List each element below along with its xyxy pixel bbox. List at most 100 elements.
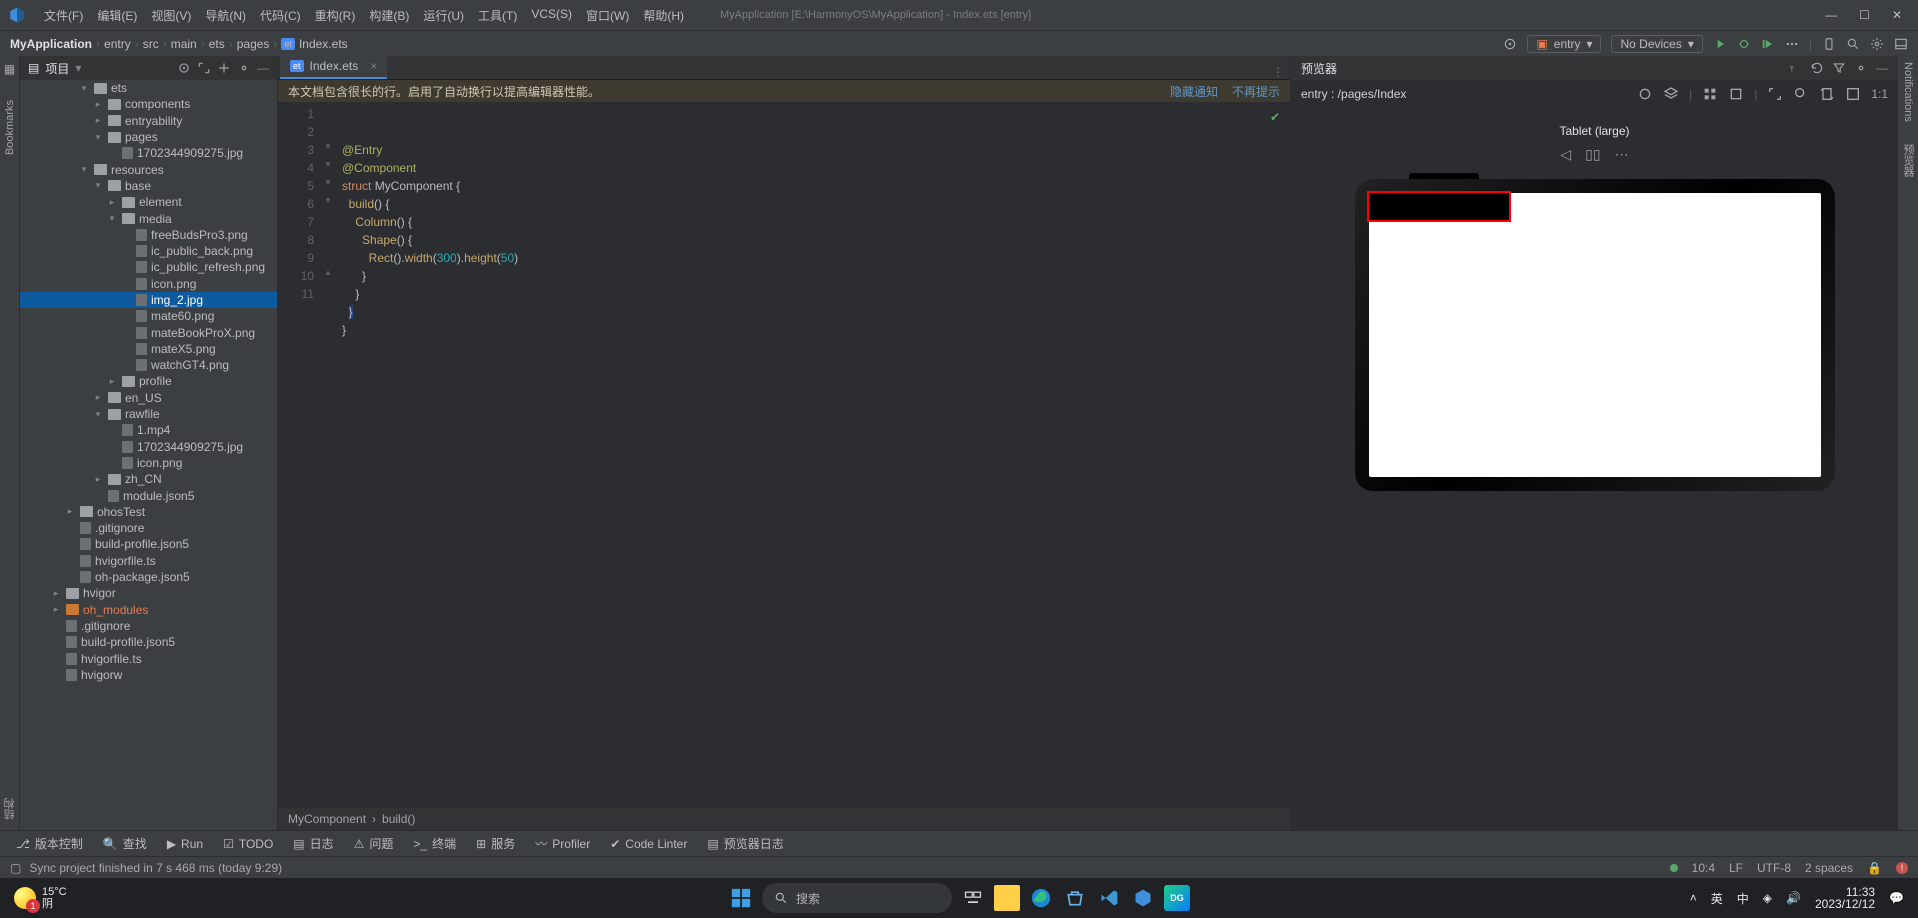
zoom-icon[interactable] <box>1793 86 1809 102</box>
tree-item[interactable]: icon.png <box>20 276 277 292</box>
bottom-tool-Profiler[interactable]: 〰Profiler <box>527 833 598 854</box>
tray-chevron-icon[interactable]: ˄ <box>1690 891 1697 905</box>
tree-item[interactable]: mateBookProX.png <box>20 324 277 340</box>
tree-item[interactable]: build-profile.json5 <box>20 536 277 552</box>
tree-item[interactable]: ▸en_US <box>20 390 277 406</box>
notification-icon[interactable]: 💬 <box>1889 891 1904 905</box>
close-button[interactable]: ✕ <box>1892 8 1902 22</box>
project-tool-icon[interactable]: ▦ <box>4 62 15 76</box>
locate-icon[interactable] <box>177 61 191 75</box>
search-icon[interactable] <box>1846 37 1860 51</box>
menu-item[interactable]: VCS(S) <box>525 4 578 27</box>
status-warn-icon[interactable]: ! <box>1896 862 1908 874</box>
device-phone-icon[interactable] <box>1822 37 1836 51</box>
indent[interactable]: 2 spaces <box>1805 861 1853 875</box>
menu-item[interactable]: 代码(C) <box>254 4 307 27</box>
system-tray[interactable]: ˄ 英 中 ◈ 🔊 11:332023/12/12 💬 <box>1690 886 1918 910</box>
tree-item[interactable]: ▾ets <box>20 80 277 96</box>
fold-gutter[interactable]: ▾▾▾▾▴ <box>322 102 334 808</box>
bottom-tool-查找[interactable]: 🔍查找 <box>95 833 155 854</box>
fit-icon[interactable] <box>1767 86 1783 102</box>
font-icon[interactable]: T <box>1788 61 1802 75</box>
settings-icon[interactable] <box>237 61 251 75</box>
prev-device-icon[interactable]: ◁ <box>1560 146 1571 163</box>
tree-item[interactable]: hvigorfile.ts <box>20 650 277 666</box>
sync-console-icon[interactable]: ▢ <box>10 861 21 875</box>
menu-item[interactable]: 工具(T) <box>472 4 523 27</box>
tree-item[interactable]: ▸hvigor <box>20 585 277 601</box>
tree-item[interactable]: ▸ohosTest <box>20 504 277 520</box>
tree-item[interactable]: ▸zh_CN <box>20 471 277 487</box>
menu-item[interactable]: 编辑(E) <box>91 4 143 27</box>
preview-settings-icon[interactable] <box>1854 61 1868 75</box>
bottom-tool-版本控制[interactable]: ⎇版本控制 <box>8 833 91 854</box>
encoding[interactable]: UTF-8 <box>1757 861 1791 875</box>
code-breadcrumbs[interactable]: MyComponent›build() <box>278 808 1290 830</box>
bottom-tool-服务[interactable]: ⊞服务 <box>468 833 523 854</box>
tree-item[interactable]: ic_public_back.png <box>20 243 277 259</box>
tree-item[interactable]: mate60.png <box>20 308 277 324</box>
structure-label[interactable]: 结构 <box>2 798 18 820</box>
collapse-icon[interactable] <box>217 61 231 75</box>
tree-item[interactable]: ▸components <box>20 96 277 112</box>
previewer-label[interactable]: 预览器 <box>1900 144 1916 177</box>
bottom-tool-Code Linter[interactable]: ✔Code Linter <box>602 835 695 853</box>
deveco-icon[interactable] <box>1130 885 1156 911</box>
breadcrumbs[interactable]: MyApplication›entry›src›main›ets›pages›e… <box>10 37 348 51</box>
breadcrumb-item[interactable]: ets <box>209 37 225 51</box>
device-selector[interactable]: No Devices▾ <box>1611 35 1702 53</box>
layers-icon[interactable] <box>1663 86 1679 102</box>
minimize-button[interactable]: ― <box>1825 8 1837 22</box>
fullscreen-icon[interactable] <box>1845 86 1861 102</box>
more-run-icon[interactable] <box>1785 37 1799 51</box>
wifi-icon[interactable]: ◈ <box>1763 891 1772 905</box>
notifications-label[interactable]: Notifications <box>1902 62 1914 122</box>
target-icon[interactable] <box>1503 37 1517 51</box>
bottom-tool-终端[interactable]: >_终端 <box>405 833 464 854</box>
banner-dismiss-link[interactable]: 不再提示 <box>1232 83 1280 100</box>
breadcrumb-item[interactable]: src <box>143 37 159 51</box>
code-text[interactable]: ✔ @Entry @Component struct MyComponent {… <box>334 102 1290 808</box>
tray-lang[interactable]: 英 <box>1711 890 1723 907</box>
start-button[interactable] <box>728 885 754 911</box>
bottom-tool-问题[interactable]: ⚠问题 <box>346 833 402 854</box>
vscode-icon[interactable] <box>1096 885 1122 911</box>
tree-item[interactable]: ic_public_refresh.png <box>20 259 277 275</box>
menu-item[interactable]: 视图(V) <box>145 4 197 27</box>
tree-item[interactable]: ▸oh_modules <box>20 602 277 618</box>
project-tree[interactable]: ▾ets▸components▸entryability▾pages170234… <box>20 80 277 830</box>
tab-index-ets[interactable]: et Index.ets × <box>280 55 387 79</box>
store-icon[interactable] <box>1062 885 1088 911</box>
tree-item[interactable]: ▾media <box>20 210 277 226</box>
bottom-tool-日志[interactable]: ▤日志 <box>285 833 341 854</box>
bottom-tool-TODO[interactable]: ☑TODO <box>215 835 281 853</box>
menu-item[interactable]: 导航(N) <box>199 4 252 27</box>
hide-panel-button[interactable]: — <box>257 61 269 75</box>
panel-icon[interactable] <box>1894 37 1908 51</box>
filter-icon[interactable] <box>1832 61 1846 75</box>
tree-item[interactable]: icon.png <box>20 455 277 471</box>
expand-icon[interactable] <box>197 61 211 75</box>
inspection-ok-icon[interactable]: ✔ <box>1270 108 1280 126</box>
gear-icon[interactable] <box>1870 37 1884 51</box>
run-icon[interactable] <box>1713 37 1727 51</box>
orient-icon[interactable] <box>1819 86 1835 102</box>
taskview-icon[interactable] <box>960 885 986 911</box>
taskbar-search[interactable]: 搜索 <box>762 883 952 913</box>
breadcrumb-item[interactable]: Index.ets <box>299 37 348 51</box>
tree-item[interactable]: build-profile.json5 <box>20 634 277 650</box>
tree-item[interactable]: module.json5 <box>20 487 277 503</box>
code-area[interactable]: 1234567891011 ▾▾▾▾▴ ✔ @Entry @Component … <box>278 102 1290 808</box>
debug-icon[interactable] <box>1737 37 1751 51</box>
circle-icon[interactable] <box>1637 86 1653 102</box>
menu-item[interactable]: 文件(F) <box>38 4 89 27</box>
breadcrumb-item[interactable]: main <box>171 37 197 51</box>
tree-item[interactable]: hvigorw <box>20 667 277 683</box>
tree-item[interactable]: 1702344909275.jpg <box>20 145 277 161</box>
explorer-icon[interactable] <box>994 885 1020 911</box>
bottom-tool-Run[interactable]: ▶Run <box>159 835 211 853</box>
tree-item[interactable]: freeBudsPro3.png <box>20 227 277 243</box>
breadcrumb-item[interactable]: entry <box>104 37 131 51</box>
single-icon[interactable] <box>1728 86 1744 102</box>
menu-item[interactable]: 帮助(H) <box>637 4 690 27</box>
